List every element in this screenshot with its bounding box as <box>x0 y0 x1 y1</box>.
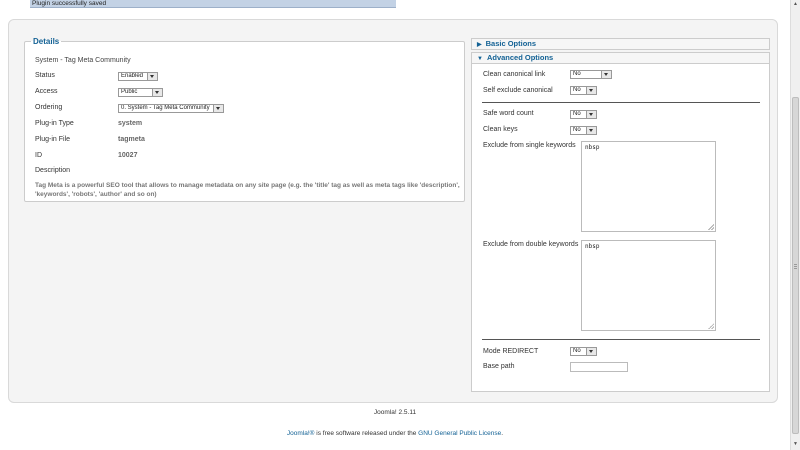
chevron-down-icon <box>152 89 162 96</box>
chevron-down-icon <box>586 111 596 118</box>
id-value: 10027 <box>118 152 138 159</box>
base-path-label: Base path <box>483 363 515 370</box>
vertical-scrollbar[interactable]: ▲ ▼ <box>790 0 800 450</box>
chevron-down-icon <box>586 348 596 355</box>
advanced-options-label: Advanced Options <box>486 53 554 62</box>
exclude-double-label: Exclude from double keywords <box>483 241 579 248</box>
clean-canonical-label: Clean canonical link <box>483 71 546 78</box>
details-fieldset: Details System - Tag Meta Community Stat… <box>24 37 465 202</box>
ordering-select[interactable]: 0. System - Tag Meta Community <box>118 104 224 113</box>
license-text: is free software released under the <box>314 430 419 437</box>
license-end: . <box>501 430 504 437</box>
access-select[interactable]: Public <box>118 88 163 97</box>
description-label: Description <box>35 167 71 174</box>
details-legend: Details <box>33 37 60 46</box>
chevron-down-icon <box>586 127 596 134</box>
chevron-down-icon <box>213 105 223 112</box>
grip-line <box>794 266 797 267</box>
safe-word-count-label: Safe word count <box>483 110 534 117</box>
exclude-single-value: nbsp <box>585 144 600 151</box>
basic-options-toggle[interactable]: ▶ Basic Options <box>471 38 770 50</box>
chevron-down-icon <box>586 87 596 94</box>
success-message: Plugin successfully saved <box>30 0 396 8</box>
exclude-single-label: Exclude from single keywords <box>483 142 576 149</box>
id-label: ID <box>35 152 42 159</box>
plugin-type-value: system <box>118 120 143 127</box>
scroll-up-arrow-icon[interactable]: ▲ <box>792 1 799 9</box>
divider <box>482 102 760 103</box>
base-path-input[interactable] <box>570 362 628 372</box>
status-value: Enabled <box>121 73 144 79</box>
mode-redirect-value: No <box>573 348 581 354</box>
footer-license: Joomla!® is free software released under… <box>0 430 790 437</box>
ordering-label: Ordering <box>35 104 63 111</box>
self-exclude-label: Self exclude canonical <box>483 87 553 94</box>
footer-version: Joomla! 2.5.11 <box>373 409 417 416</box>
self-exclude-value: No <box>573 87 581 93</box>
basic-options-label: Basic Options <box>485 39 537 48</box>
exclude-double-value: nbsp <box>585 243 600 250</box>
advanced-options-panel: Clean canonical link No Self exclude can… <box>471 64 770 392</box>
resize-grip-icon[interactable] <box>708 323 714 329</box>
scroll-down-arrow-icon[interactable]: ▼ <box>792 441 799 449</box>
triangle-right-icon: ▶ <box>477 42 482 48</box>
scrollbar-thumb[interactable] <box>792 97 799 434</box>
mode-redirect-label: Mode REDIRECT <box>483 348 539 355</box>
grip-line <box>794 268 797 269</box>
description-text: Tag Meta is a powerful SEO tool that all… <box>35 182 460 198</box>
chevron-down-icon <box>601 71 611 78</box>
self-exclude-select[interactable]: No <box>570 86 597 95</box>
resize-grip-icon[interactable] <box>708 224 714 230</box>
clean-keys-value: No <box>573 127 581 133</box>
ordering-value: 0. System - Tag Meta Community <box>121 105 210 111</box>
status-select[interactable]: Enabled <box>118 72 158 81</box>
gpl-link[interactable]: GNU General Public License <box>418 430 501 437</box>
chevron-down-icon <box>147 73 157 80</box>
clean-canonical-select[interactable]: No <box>570 70 612 79</box>
plugin-name: System - Tag Meta Community <box>35 57 131 64</box>
access-label: Access <box>35 88 58 95</box>
safe-word-count-value: No <box>573 111 581 117</box>
plugin-type-label: Plug-in Type <box>35 120 74 127</box>
clean-keys-label: Clean keys <box>483 126 518 133</box>
advanced-options-toggle[interactable]: ▼ Advanced Options <box>471 52 770 64</box>
mode-redirect-select[interactable]: No <box>570 347 597 356</box>
safe-word-count-select[interactable]: No <box>570 110 597 119</box>
plugin-file-value: tagmeta <box>118 136 145 143</box>
exclude-double-textarea[interactable]: nbsp <box>581 240 716 331</box>
clean-canonical-value: No <box>573 71 581 77</box>
grip-line <box>794 264 797 265</box>
triangle-down-icon: ▼ <box>477 56 483 62</box>
access-value: Public <box>121 89 138 95</box>
status-label: Status <box>35 72 55 79</box>
exclude-single-textarea[interactable]: nbsp <box>581 141 716 232</box>
clean-keys-select[interactable]: No <box>570 126 597 135</box>
joomla-link[interactable]: Joomla!® <box>287 430 315 437</box>
divider <box>482 339 760 340</box>
plugin-file-label: Plug-in File <box>35 136 71 143</box>
